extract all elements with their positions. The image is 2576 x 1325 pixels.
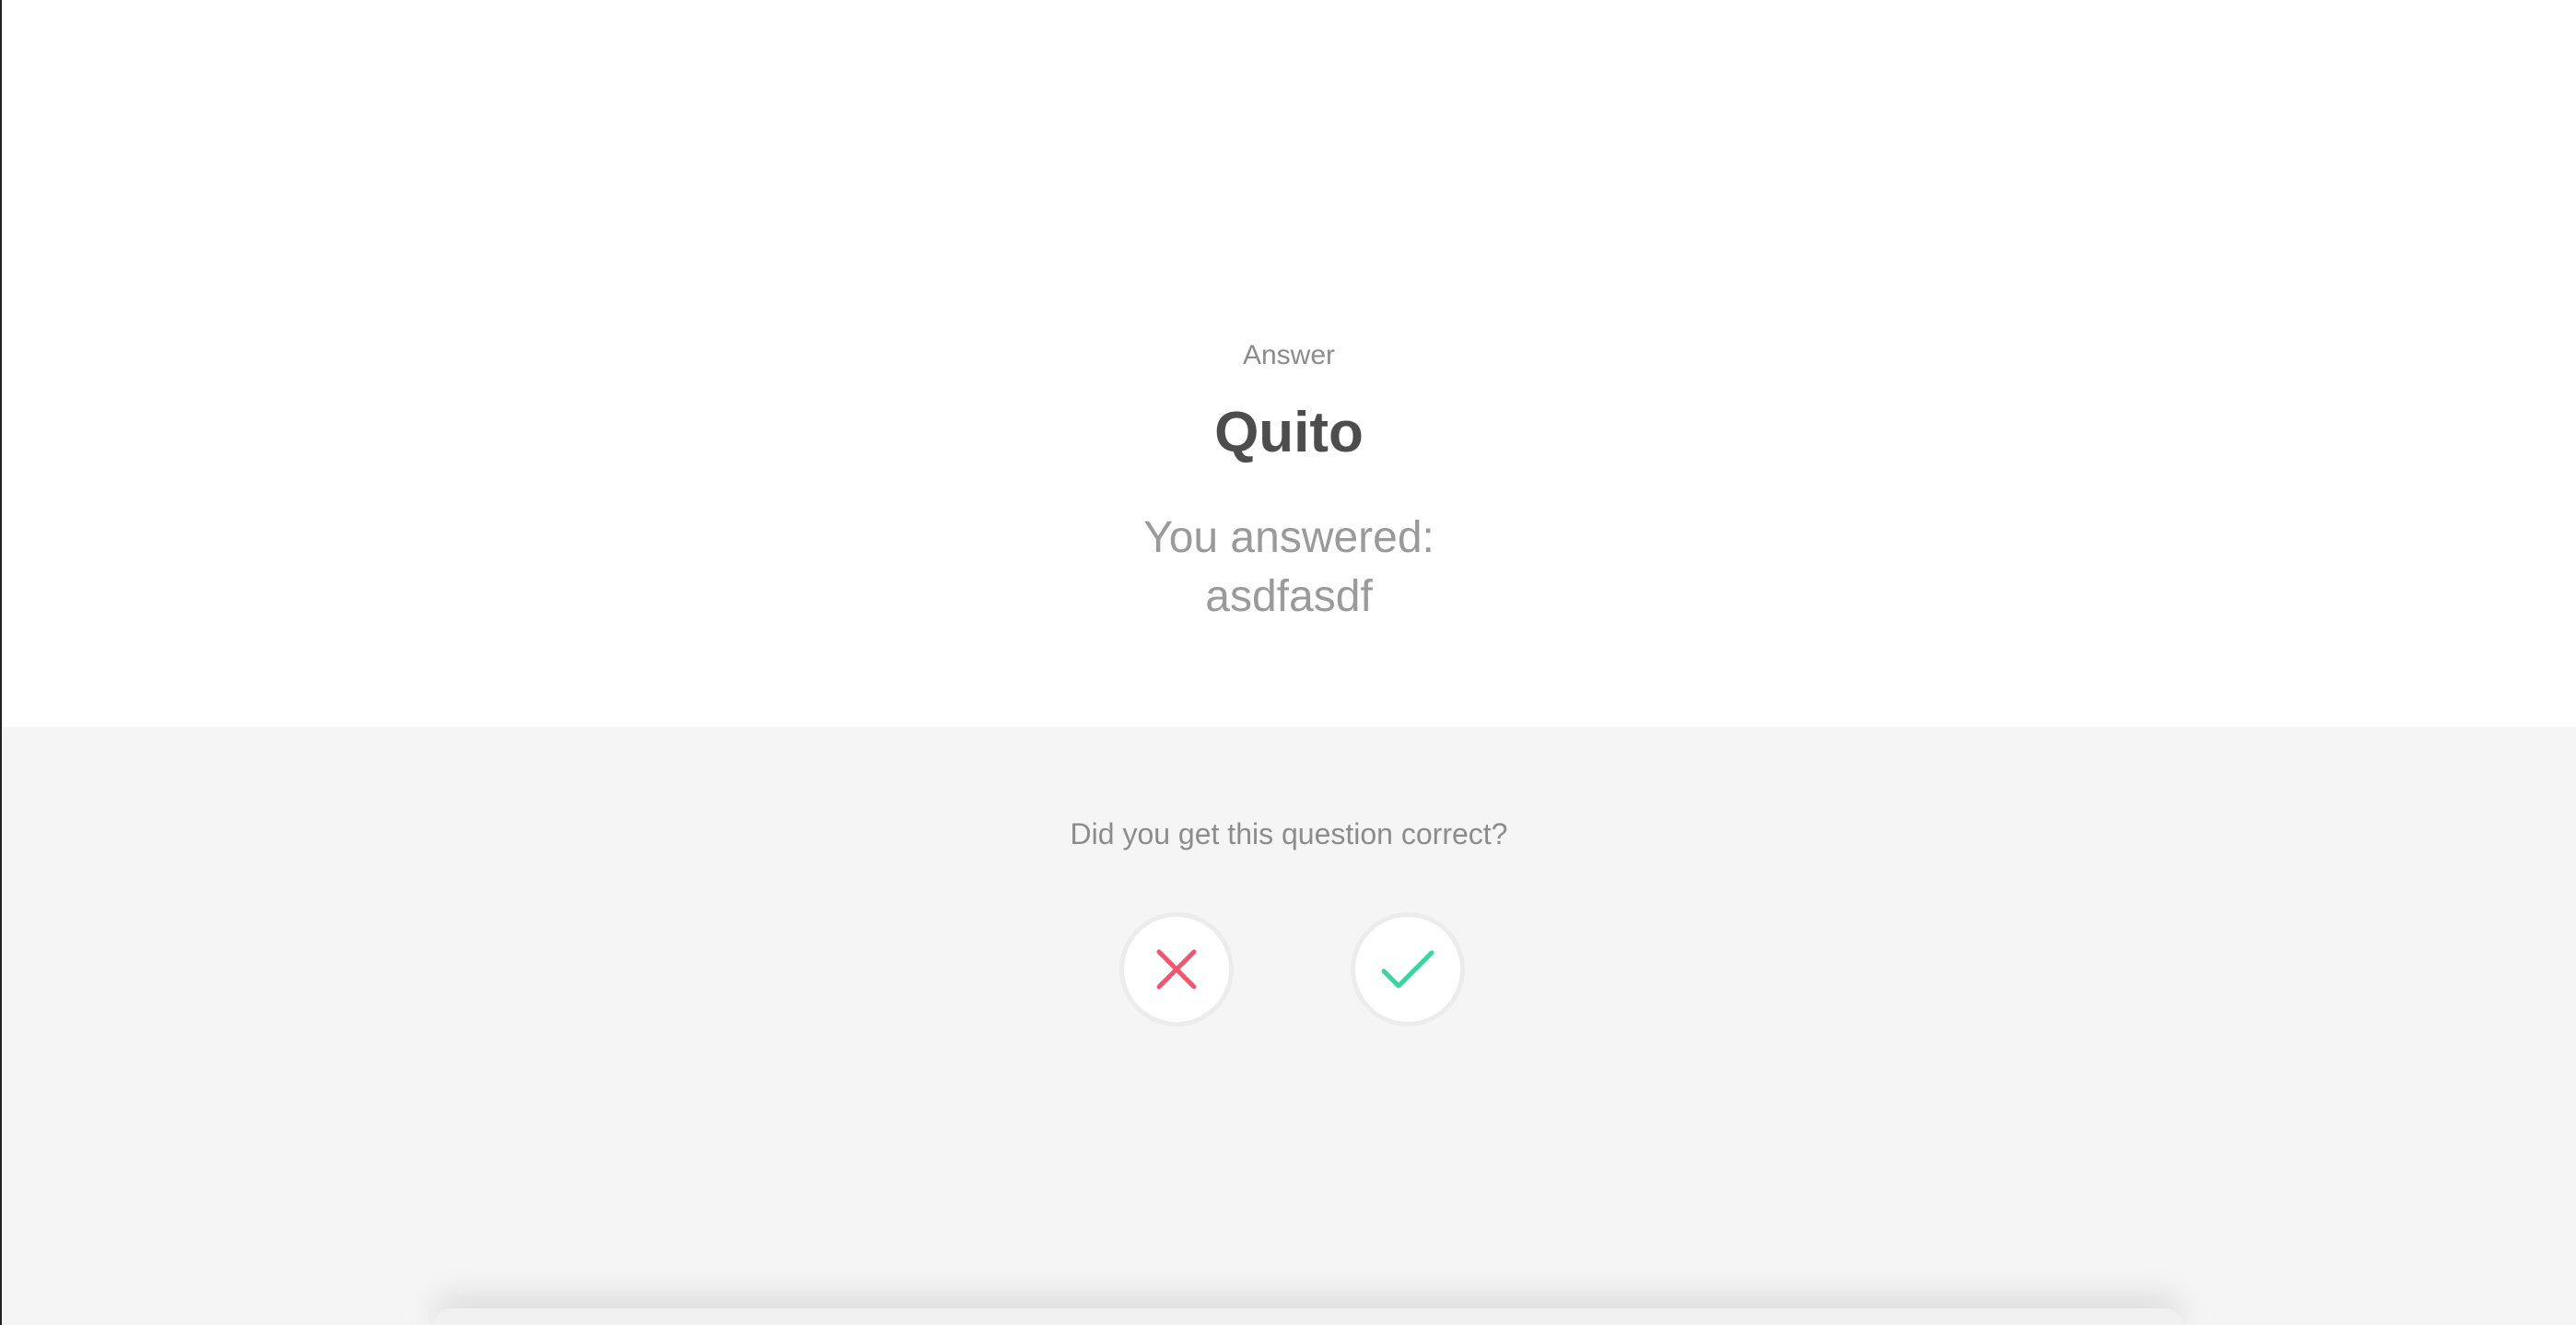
user-answer: You answered: asdfasdf: [2, 509, 2576, 627]
user-answer-prefix: You answered:: [1143, 513, 1434, 562]
answer-label: Answer: [1242, 340, 1336, 370]
x-icon: [1156, 949, 1197, 990]
user-answer-value: asdfasdf: [1205, 572, 1373, 621]
grading-question: Did you get this question correct?: [1070, 817, 1508, 850]
check-icon: [1381, 950, 1434, 989]
mark-correct-button[interactable]: [1351, 912, 1465, 1026]
answer-panel: Answer Quito You answered: asdfasdf: [2, 0, 2576, 727]
correct-answer: Quito: [1214, 401, 1364, 464]
next-card-edge: [433, 1308, 2184, 1325]
mark-incorrect-button[interactable]: [1119, 912, 1234, 1026]
grading-panel: Did you get this question correct?: [2, 727, 2576, 1325]
flashcard-screen: Answer Quito You answered: asdfasdf Did …: [0, 0, 2576, 1325]
